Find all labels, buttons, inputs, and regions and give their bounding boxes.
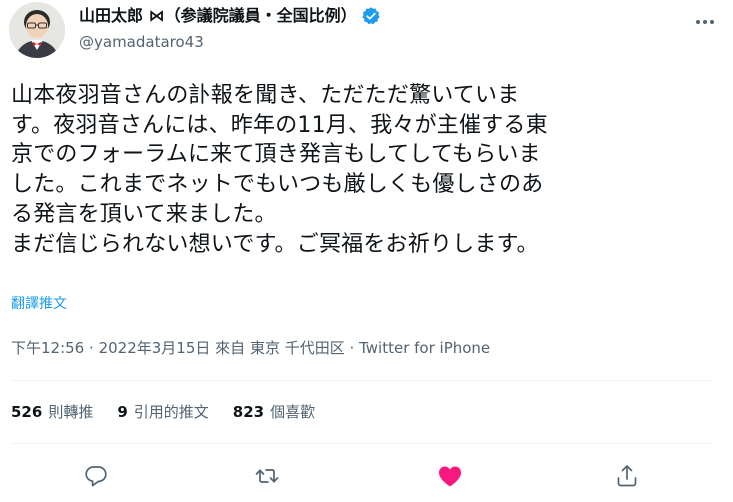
retweet-count[interactable]: 526 則轉推: [11, 402, 93, 422]
share-icon[interactable]: [612, 461, 642, 491]
like-count-label: 個喜歡: [270, 403, 316, 421]
meta-separator-2: ·: [349, 339, 355, 357]
verified-badge-icon: [361, 6, 381, 26]
tweet-actions: [0, 461, 733, 491]
author-display-name[interactable]: 山田太郎 ⋈（参議院議員・全国比例）: [79, 6, 357, 26]
reply-icon[interactable]: [81, 461, 111, 491]
like-count[interactable]: 823 個喜歡: [233, 402, 315, 422]
quote-count-label: 引用的推文: [133, 403, 209, 421]
avatar-image: [9, 2, 65, 58]
retweet-count-value: 526: [11, 403, 43, 421]
from-label: 來自: [215, 339, 246, 357]
quote-count[interactable]: 9 引用的推文: [117, 402, 208, 422]
tweet-time[interactable]: 下午12:56: [11, 339, 84, 357]
tweet-text: 山本夜羽音さんの訃報を聞き、ただただ驚いていま す。夜羽音さんには、昨年の11月…: [11, 83, 548, 257]
tweet-date[interactable]: 2022年3月15日: [99, 339, 211, 357]
divider: [11, 443, 713, 444]
divider: [11, 380, 713, 381]
tweet-meta: 下午12:56 · 2022年3月15日 來自 東京 千代田区 · Twitte…: [11, 338, 490, 358]
tweet-source[interactable]: Twitter for iPhone: [359, 339, 490, 357]
meta-separator: ·: [89, 339, 94, 357]
heart-filled-icon[interactable]: [435, 461, 465, 491]
author-name-row[interactable]: 山田太郎 ⋈（参議院議員・全国比例）: [79, 6, 381, 26]
tweet-stats: 526 則轉推 9 引用的推文 823 個喜歡: [11, 402, 315, 422]
retweet-count-label: 則轉推: [48, 403, 94, 421]
retweet-icon[interactable]: [252, 461, 282, 491]
translate-tweet-link[interactable]: 翻譯推文: [11, 293, 67, 313]
more-horizontal-icon[interactable]: [690, 10, 720, 34]
quote-count-value: 9: [117, 403, 128, 421]
like-count-value: 823: [232, 403, 265, 421]
avatar[interactable]: [9, 2, 65, 58]
author-handle[interactable]: @yamadataro43: [79, 32, 204, 52]
tweet-location[interactable]: 東京 千代田区: [250, 339, 345, 357]
